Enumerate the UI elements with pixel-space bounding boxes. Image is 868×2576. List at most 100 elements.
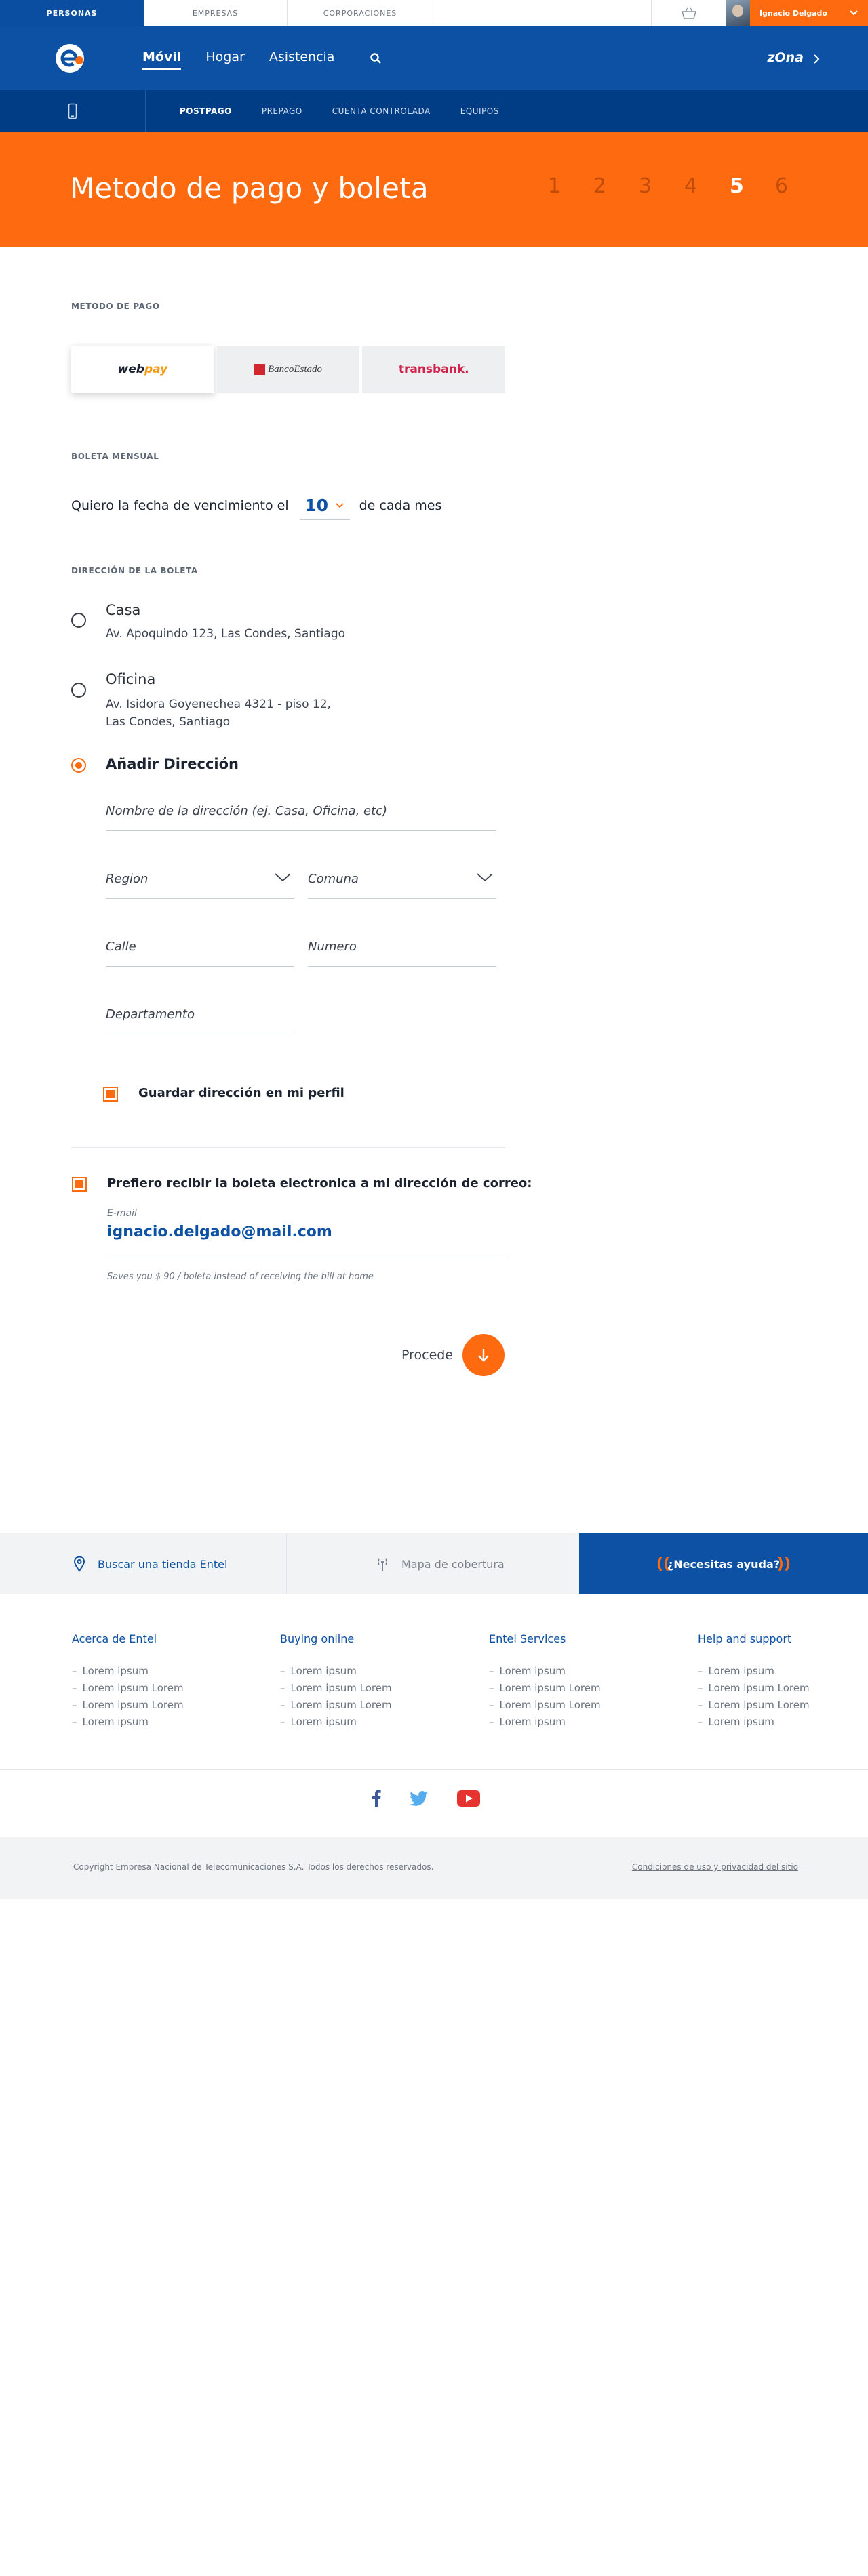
avatar [726, 0, 750, 26]
boleta-mensual-label: BOLETA MENSUAL [71, 451, 159, 461]
due-date-row: Quiero la fecha de vencimiento el 10 de … [71, 491, 441, 520]
step-indicator: 1 2 3 4 5 6 [548, 174, 821, 198]
footer-link[interactable]: Lorem ipsum Lorem [698, 1680, 868, 1697]
signal-right-icon: )) [776, 1555, 791, 1573]
device-selector[interactable] [0, 90, 146, 132]
nav-movil[interactable]: Móvil [142, 49, 182, 70]
footer-link[interactable]: Lorem ipsum [280, 1714, 456, 1731]
address-name-input[interactable]: Nombre de la dirección (ej. Casa, Oficin… [106, 804, 496, 831]
payment-option-webpay[interactable]: webpay [71, 346, 214, 393]
tab-personas[interactable]: PERSONAS [0, 0, 144, 26]
step-5[interactable]: 5 [730, 174, 775, 198]
chevron-down-icon [850, 10, 858, 16]
footer-column: Entel Services Lorem ipsum Lorem ipsum L… [489, 1632, 665, 1731]
address-radio-casa[interactable] [71, 613, 86, 628]
page-banner: Metodo de pago y boleta 1 2 3 4 5 6 [0, 132, 868, 247]
antenna-icon [377, 1558, 388, 1571]
electronic-boleta-label: Prefiero recibir la boleta electronica a… [107, 1176, 532, 1190]
save-address-checkbox[interactable] [103, 1087, 118, 1102]
tab-corporaciones[interactable]: CORPORACIONES [288, 0, 433, 26]
footer-link[interactable]: Lorem ipsum [698, 1714, 868, 1731]
email-field-label: E-mail [107, 1208, 137, 1219]
address-text-oficina-line1: Av. Isidora Goyenechea 4321 - piso 12, [106, 698, 331, 711]
nav-asistencia[interactable]: Asistencia [269, 49, 335, 70]
divider [71, 1147, 505, 1148]
cart-button[interactable] [651, 0, 726, 26]
email-field[interactable]: ignacio.delgado@mail.com [107, 1224, 505, 1257]
address-name-oficina: Oficina [106, 671, 156, 687]
facebook-icon[interactable] [372, 1790, 381, 1807]
subnav-equipos[interactable]: EQUIPOS [460, 106, 499, 116]
step-6[interactable]: 6 [775, 174, 821, 198]
entel-logo-icon[interactable] [54, 43, 85, 74]
proceed-label[interactable]: Procede [401, 1348, 453, 1363]
comuna-select[interactable]: Comuna [308, 872, 496, 899]
departamento-input[interactable]: Departamento [106, 1007, 294, 1034]
payment-option-bancoestado[interactable]: BancoEstado [216, 346, 360, 393]
footer-link[interactable]: Lorem ipsum [489, 1714, 665, 1731]
address-radio-new[interactable] [71, 758, 86, 773]
step-4[interactable]: 4 [684, 174, 730, 198]
webpay-logo: webpay [117, 363, 168, 376]
user-name: Ignacio Delgado [760, 9, 827, 18]
calle-input[interactable]: Calle [106, 940, 294, 967]
footer-link[interactable]: Lorem ipsum Lorem [72, 1697, 248, 1714]
footer-link[interactable]: Lorem ipsum [280, 1663, 456, 1680]
footer-link[interactable]: Lorem ipsum Lorem [72, 1680, 248, 1697]
address-radio-oficina[interactable] [71, 683, 86, 698]
footer-link[interactable]: Lorem ipsum Lorem [280, 1697, 456, 1714]
divider [0, 1769, 868, 1770]
tab-empresas[interactable]: EMPRESAS [144, 0, 288, 26]
footer-column-title[interactable]: Entel Services [489, 1632, 665, 1645]
step-3[interactable]: 3 [639, 174, 684, 198]
address-text-casa: Av. Apoquindo 123, Las Condes, Santiago [106, 627, 346, 641]
zona-link[interactable]: zOna [767, 50, 804, 65]
chevron-right-icon [814, 54, 820, 64]
proceed-button[interactable] [462, 1334, 505, 1376]
footer-link[interactable]: Lorem ipsum [698, 1663, 868, 1680]
footer-column-title[interactable]: Buying online [280, 1632, 456, 1645]
footer-column-title[interactable]: Help and support [698, 1632, 868, 1645]
subnav-postpago[interactable]: POSTPAGO [180, 106, 232, 116]
due-day-select[interactable]: 10 [299, 491, 350, 520]
copyright-text: Copyright Empresa Nacional de Telecomuni… [73, 1862, 434, 1872]
footer-column-title[interactable]: Acerca de Entel [72, 1632, 248, 1645]
payment-option-transbank[interactable]: transbank. [362, 346, 506, 393]
top-bar: PERSONAS EMPRESAS CORPORACIONES Ignacio … [0, 0, 868, 26]
step-2[interactable]: 2 [593, 174, 639, 198]
search-icon[interactable] [370, 52, 382, 64]
basket-icon [681, 7, 696, 19]
coverage-map-link[interactable]: Mapa de cobertura [288, 1533, 579, 1594]
add-address-label: Añadir Dirección [106, 756, 239, 772]
footer-link[interactable]: Lorem ipsum Lorem [698, 1697, 868, 1714]
footer-column: Help and support Lorem ipsum Lorem ipsum… [698, 1632, 868, 1731]
footer-link[interactable]: Lorem ipsum [72, 1714, 248, 1731]
chevron-down-icon [477, 873, 493, 882]
step-1[interactable]: 1 [548, 174, 593, 198]
due-date-text-after: de cada mes [359, 498, 442, 513]
numero-input[interactable]: Numero [308, 940, 496, 967]
subnav-cuenta-controlada[interactable]: CUENTA CONTROLADA [332, 106, 431, 116]
bancoestado-mark-icon [254, 364, 265, 375]
footer-link[interactable]: Lorem ipsum Lorem [489, 1680, 665, 1697]
footer-link[interactable]: Lorem ipsum [489, 1663, 665, 1680]
user-menu[interactable]: Ignacio Delgado [726, 0, 868, 26]
location-pin-icon [73, 1556, 85, 1572]
find-store-link[interactable]: Buscar una tienda Entel [0, 1533, 287, 1594]
terms-link[interactable]: Condiciones de uso y privacidad del siti… [632, 1862, 798, 1872]
nav-hogar[interactable]: Hogar [205, 49, 244, 70]
address-name-casa: Casa [106, 602, 141, 618]
sub-nav: POSTPAGO PREPAGO CUENTA CONTROLADA EQUIP… [0, 90, 868, 132]
twitter-icon[interactable] [410, 1791, 429, 1806]
footer-link[interactable]: Lorem ipsum Lorem [489, 1697, 665, 1714]
footer-link[interactable]: Lorem ipsum [72, 1663, 248, 1680]
arrow-down-icon [478, 1349, 489, 1362]
address-text-oficina-line2: Las Condes, Santiago [106, 715, 231, 729]
social-links [372, 1790, 480, 1807]
footer-link[interactable]: Lorem ipsum Lorem [280, 1680, 456, 1697]
help-button[interactable]: (( ¿Necesitas ayuda? )) [579, 1533, 868, 1594]
subnav-prepago[interactable]: PREPAGO [262, 106, 302, 116]
region-select[interactable]: Region [106, 872, 294, 899]
youtube-icon[interactable] [457, 1790, 480, 1807]
electronic-boleta-checkbox[interactable] [72, 1177, 87, 1192]
